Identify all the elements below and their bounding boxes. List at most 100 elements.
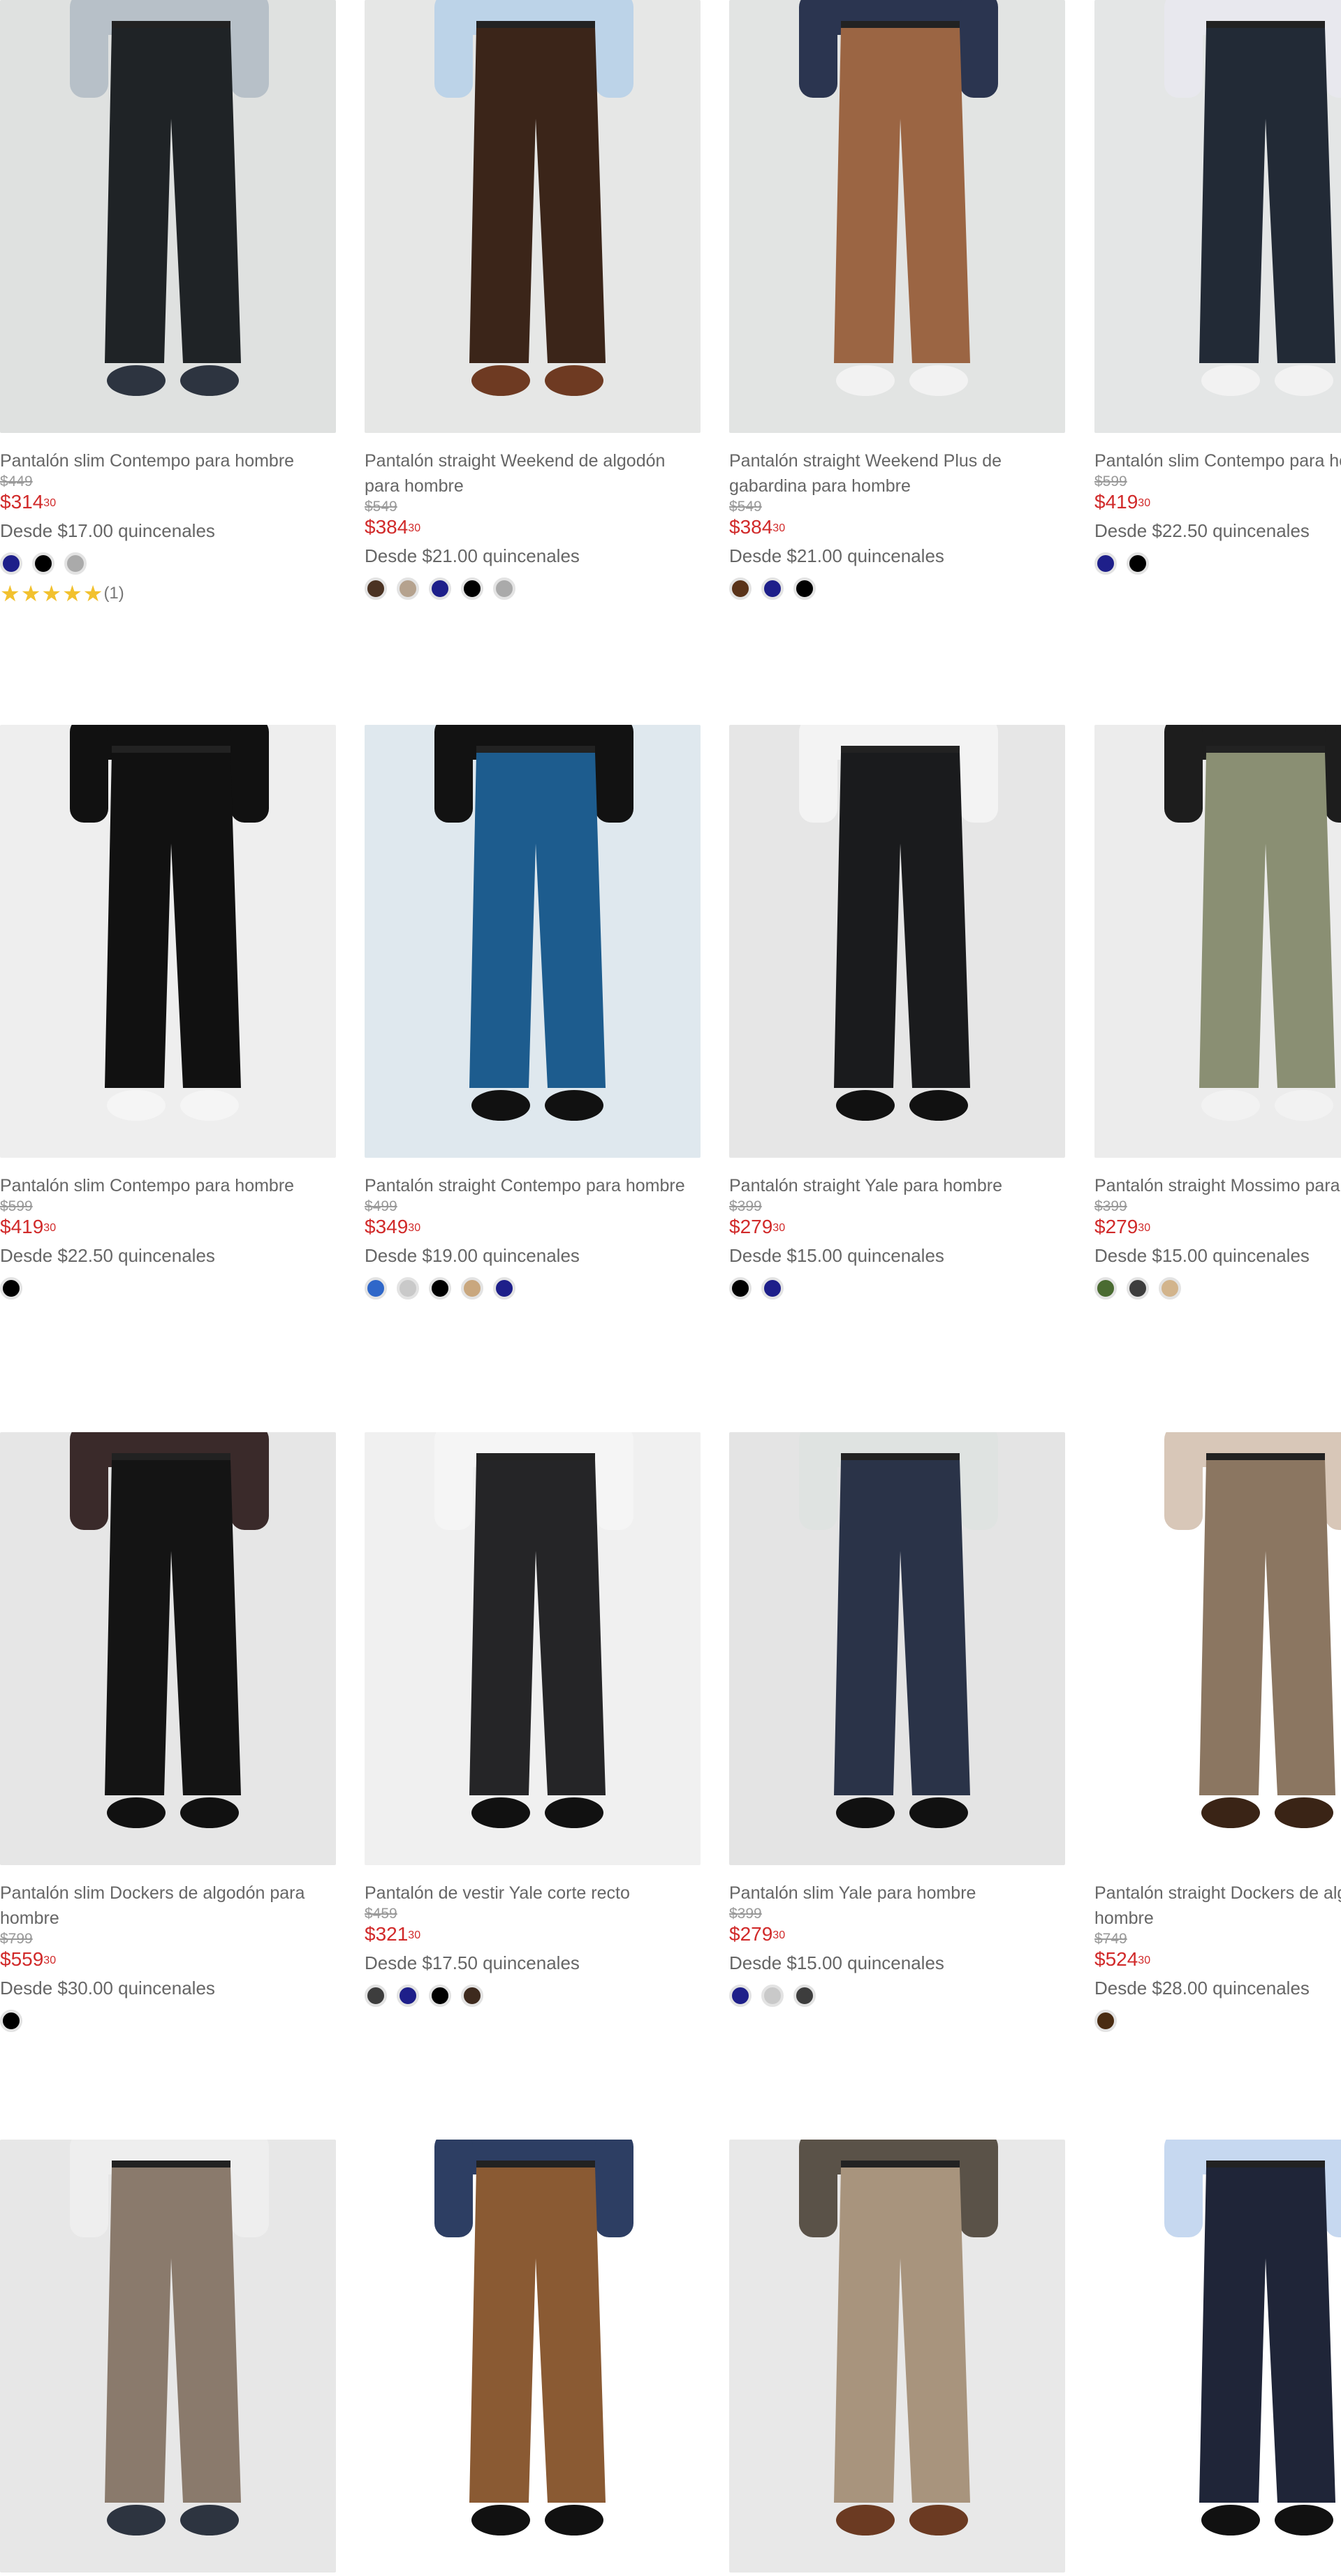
product-card[interactable]: Pantalón slim Contempo para hombre $449 $3… [0,0,336,605]
product-title[interactable]: Pantalón straight Contempo para hombre [365,1173,701,1198]
current-price: $55930 [0,1948,336,1971]
product-grid: Pantalón slim Contempo para hombre $449 $3… [0,0,1341,2576]
color-swatch[interactable] [1127,552,1149,575]
installments-text: Desde $22.50 quincenales [1094,520,1310,541]
price-main: $559 [0,1948,44,1970]
product-card[interactable]: Pantalón de vestir Yale corte recto $459 $… [365,1432,701,2008]
product-image[interactable] [729,1432,1065,1865]
color-swatch[interactable] [461,577,483,600]
color-swatch[interactable] [429,577,451,600]
product-title[interactable]: Pantalón straight Dockers de algodón par… [1094,1881,1341,1931]
price-cents: 30 [772,522,786,534]
color-swatch[interactable] [1159,1277,1181,1300]
product-card[interactable]: Pantalón straight Yale para hombre $399 $2… [729,725,1065,1300]
product-card[interactable]: Pantalón straight Contempo para hombre $4… [365,725,701,1300]
product-card[interactable] [365,2140,701,2573]
product-image[interactable] [1094,1432,1341,1865]
product-title[interactable]: Pantalón straight Yale para hombre [729,1173,1065,1198]
product-title[interactable]: Pantalón straight Mossimo para hombre [1094,1173,1341,1198]
color-swatch[interactable] [761,577,784,600]
installments-text: Desde $22.50 quincenales [0,1245,215,1266]
product-card[interactable]: Pantalón slim Contempo para hombre$599$4… [1094,0,1341,575]
price-cents: 30 [772,1222,786,1234]
product-title[interactable]: Pantalón slim Contempo para hombre [1094,448,1341,473]
color-swatch[interactable] [365,577,387,600]
product-title[interactable]: Pantalón de vestir Yale corte recto [365,1881,701,1906]
price-cents: 30 [772,1929,786,1941]
product-title[interactable]: Pantalón slim Contempo para hombre [0,448,336,473]
color-swatch[interactable] [365,1985,387,2007]
color-swatch[interactable] [729,1277,752,1300]
product-title[interactable]: Pantalón slim Yale para hombre [729,1881,1065,1906]
installments-text: Desde $28.00 quincenales [1094,1978,1310,1999]
product-card[interactable]: Pantalón slim Yale para hombre $399 $27930… [729,1432,1065,2008]
product-title[interactable]: Pantalón straight Weekend Plus de gabard… [729,448,1065,499]
color-swatch[interactable] [32,552,54,575]
color-swatch[interactable] [729,1985,752,2007]
price-cents: 30 [1138,1955,1151,1966]
product-image[interactable] [365,725,701,1158]
product-card[interactable]: Pantalón straight Weekend Plus de gabard… [729,0,1065,601]
color-swatch[interactable] [461,1985,483,2007]
installments-text: Desde $17.50 quincenales [365,1952,580,1973]
product-image[interactable] [0,2140,336,2573]
product-card[interactable]: Pantalón straight Weekend de algodón par… [365,0,701,601]
product-image[interactable] [729,0,1065,433]
color-swatches [729,577,1065,601]
product-image[interactable] [365,1432,701,1865]
color-swatch[interactable] [0,552,22,575]
product-card[interactable]: Pantalón slim Dockers de algodón para ho… [0,1432,336,2033]
product-title[interactable]: Pantalón straight Weekend de algodón par… [365,448,701,499]
color-swatch[interactable] [1094,552,1117,575]
color-swatch[interactable] [397,1985,419,2007]
product-image[interactable] [0,0,336,433]
color-swatch[interactable] [1094,1277,1117,1300]
current-price: $52430 [1094,1948,1341,1971]
color-swatch[interactable] [493,1277,515,1300]
product-image[interactable] [0,1432,336,1865]
price-cents: 30 [1138,1222,1151,1234]
product-title[interactable]: Pantalón slim Dockers de algodón para ho… [0,1881,336,1931]
product-image[interactable] [0,725,336,1158]
color-swatches [1094,1276,1341,1300]
old-price: $549 [729,499,762,515]
product-image[interactable] [729,2140,1065,2573]
color-swatch[interactable] [729,577,752,600]
color-swatch[interactable] [365,1277,387,1300]
color-swatch[interactable] [761,1985,784,2007]
product-card[interactable]: Pantalón slim Contempo para hombre$599$4… [0,725,336,1300]
product-image[interactable] [365,0,701,433]
product-card[interactable] [1094,2140,1341,2573]
product-image[interactable] [729,725,1065,1158]
old-price: $399 [729,1906,762,1922]
color-swatch[interactable] [397,1277,419,1300]
color-swatch[interactable] [793,577,816,600]
price-main: $419 [1094,491,1138,513]
product-card[interactable] [0,2140,336,2573]
color-swatch[interactable] [429,1985,451,2007]
color-swatch[interactable] [461,1277,483,1300]
old-price: $499 [365,1198,397,1214]
color-swatch[interactable] [397,577,419,600]
color-swatch[interactable] [793,1985,816,2007]
product-image[interactable] [1094,0,1341,433]
color-swatch[interactable] [493,577,515,600]
color-swatches [729,1276,1065,1300]
color-swatch[interactable] [1127,1277,1149,1300]
color-swatch[interactable] [1094,2010,1117,2032]
color-swatch[interactable] [0,1277,22,1300]
product-image[interactable] [1094,2140,1341,2573]
color-swatch[interactable] [0,2010,22,2032]
installments-text: Desde $15.00 quincenales [729,1952,944,1973]
product-card[interactable] [729,2140,1065,2573]
color-swatch[interactable] [761,1277,784,1300]
product-title[interactable]: Pantalón slim Contempo para hombre [0,1173,336,1198]
product-card[interactable]: Pantalón straight Mossimo para hombre$39… [1094,725,1341,1300]
product-image[interactable] [365,2140,701,2573]
product-image[interactable] [1094,725,1341,1158]
old-price: $549 [365,499,397,515]
color-swatch[interactable] [429,1277,451,1300]
product-card[interactable]: Pantalón straight Dockers de algodón par… [1094,1432,1341,2033]
price-main: $349 [365,1216,409,1237]
color-swatch[interactable] [64,552,87,575]
